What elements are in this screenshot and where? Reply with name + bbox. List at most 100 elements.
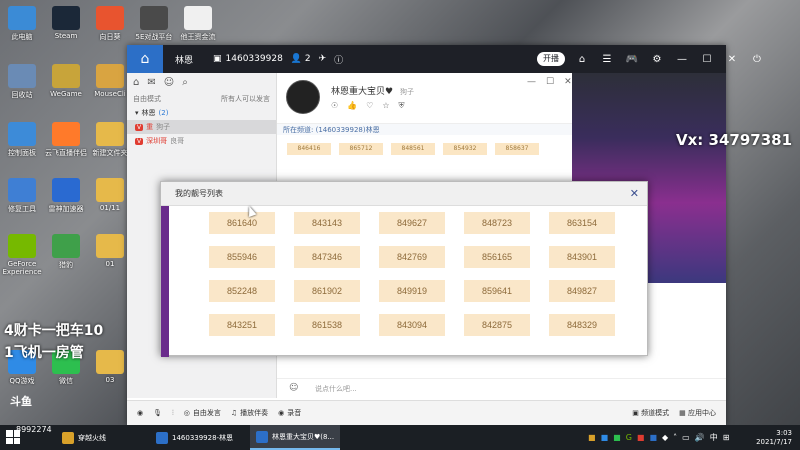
number-item[interactable]: 842875 [464,314,530,336]
number-item[interactable]: 847346 [294,246,360,268]
network-icon[interactable]: ▭ [682,433,690,442]
minimize-icon[interactable]: — [675,54,689,65]
avatar[interactable] [286,80,320,114]
tray-app-icon[interactable]: ■ [649,433,657,442]
desktop-icon[interactable]: 向日葵 [88,6,132,42]
list-icon[interactable]: ☰ [600,54,614,65]
minimize-icon[interactable]: — [527,77,536,87]
message-icon[interactable]: ✉ [147,77,155,88]
desktop-icon[interactable]: 他王资金流 [176,6,220,42]
chevron-up-icon[interactable]: ˄ [673,433,677,442]
search-icon[interactable]: ⌕ [182,77,188,88]
desktop-icon[interactable]: WeGame [44,64,88,98]
tray-app-icon[interactable]: ■ [613,433,621,442]
mini-number[interactable]: 854932 [443,143,487,155]
ime-indicator[interactable]: 中 [710,432,718,443]
equalizer-icon[interactable]: ⫶ [172,409,174,418]
clock[interactable]: 3:03 2021/7/17 [756,429,792,447]
free-speak-button[interactable]: ◎ 自由发言 [184,408,221,418]
shield-icon[interactable]: ⛨ [398,101,404,111]
app-center-button[interactable]: ▦ 应用中心 [679,408,716,418]
music-button[interactable]: ♫ 播放伴奏 [231,408,268,418]
desktop-icon[interactable]: 03 [88,350,132,384]
power-icon[interactable]: ⏻ [750,54,764,65]
taskbar-task-active[interactable]: 林恩重大宝贝♥(8... [250,425,341,450]
gift-icon[interactable]: ♡ [366,101,373,111]
emoji-icon[interactable]: ☺ [289,383,298,393]
gamepad-icon[interactable]: 🎮 [625,54,639,65]
number-item[interactable]: 848329 [549,314,615,336]
tray-app-icon[interactable]: ■ [637,433,645,442]
avatar-small-icon[interactable]: ◉ [137,409,143,417]
record-button[interactable]: ◉ 录音 [278,408,301,418]
chat-input[interactable]: 说点什么吧... [315,384,357,394]
tray-app-icon[interactable]: ■ [588,433,596,442]
taskbar-task[interactable]: 穿越火线 [56,425,112,450]
mic-icon[interactable]: 🎙 [153,409,162,417]
desktop-icon[interactable]: GeForce Experience [0,234,44,276]
maximize-icon[interactable]: ☐ [546,77,554,87]
desktop-icon[interactable]: Steam [44,6,88,40]
desktop-icon[interactable]: MouseCli [88,64,132,98]
mini-number[interactable]: 846416 [287,143,331,155]
mini-number[interactable]: 865712 [339,143,383,155]
home-tab-icon[interactable]: ⌂ [133,77,139,88]
speak-mode[interactable]: 自由模式 所有人可以发言 [127,92,276,106]
desktop-icon[interactable]: 此电脑 [0,6,44,42]
desktop-icon[interactable]: 01 [88,234,132,268]
number-item[interactable]: 856165 [464,246,530,268]
mini-number[interactable]: 858637 [495,143,539,155]
ime-mode-icon[interactable]: ⊞ [723,433,730,442]
home-logo-icon[interactable]: ⌂ [127,45,163,73]
close-icon[interactable]: ✕ [725,54,739,65]
number-item[interactable]: 843094 [379,314,445,336]
desktop-icon[interactable]: 猎豹 [44,234,88,270]
desktop-icon[interactable]: 云飞直播伴侣 [44,122,88,158]
number-item[interactable]: 861640 [209,212,275,234]
tray-app-icon[interactable]: ◆ [662,433,668,442]
member-row[interactable]: V 重 狗子 [127,120,276,134]
desktop-icon[interactable]: 控制面板 [0,122,44,158]
channel-mode-button[interactable]: ▣ 频道模式 [632,408,669,418]
number-item[interactable]: 843251 [209,314,275,336]
desktop-icon[interactable]: 雷神加速器 [44,178,88,214]
members-icon[interactable]: ☺ [164,77,174,88]
number-item[interactable]: 855946 [209,246,275,268]
medal-icon[interactable]: ☉ [331,101,338,111]
taskbar-task[interactable]: 1460339928-林恩 [150,425,239,450]
desktop-icon[interactable]: 5E对战平台 [132,6,176,42]
desktop-icon[interactable]: 01/11 [88,178,132,212]
star-icon[interactable]: ☆ [382,101,389,111]
plane-icon[interactable]: ✈ [319,54,327,64]
number-item[interactable]: 861538 [294,314,360,336]
close-icon[interactable]: ✕ [564,77,572,87]
close-icon[interactable]: ✕ [630,182,639,206]
desktop-icon[interactable]: 新建文件夹 [88,122,132,158]
number-item[interactable]: 852248 [209,280,275,302]
like-icon[interactable]: 👍 [347,101,357,111]
number-item[interactable]: 849627 [379,212,445,234]
number-item[interactable]: 843143 [294,212,360,234]
volume-icon[interactable]: 🔊 [695,433,705,442]
number-item[interactable]: 849827 [549,280,615,302]
number-item[interactable]: 842769 [379,246,445,268]
user-count: 👤 2 [291,54,311,64]
number-item[interactable]: 848723 [464,212,530,234]
number-item[interactable]: 843901 [549,246,615,268]
desktop-icon[interactable]: 修复工具 [0,178,44,214]
mini-number[interactable]: 848561 [391,143,435,155]
home-icon[interactable]: ⌂ [575,54,589,65]
number-item[interactable]: 863154 [549,212,615,234]
number-item[interactable]: 861902 [294,280,360,302]
tray-app-icon[interactable]: ■ [601,433,609,442]
desktop-icon[interactable]: 回收站 [0,64,44,100]
number-item[interactable]: 859641 [464,280,530,302]
member-row[interactable]: V 深圳哥 良哥 [127,134,276,148]
number-item[interactable]: 849919 [379,280,445,302]
info-icon[interactable]: ⓘ [334,53,343,66]
settings-icon[interactable]: ⚙ [650,54,664,65]
channel-row[interactable]: ▾ 林恩 (2) [127,106,276,120]
tray-app-icon[interactable]: G [626,433,632,442]
maximize-icon[interactable]: ☐ [700,54,714,65]
go-live-button[interactable]: 开播 [537,52,565,66]
